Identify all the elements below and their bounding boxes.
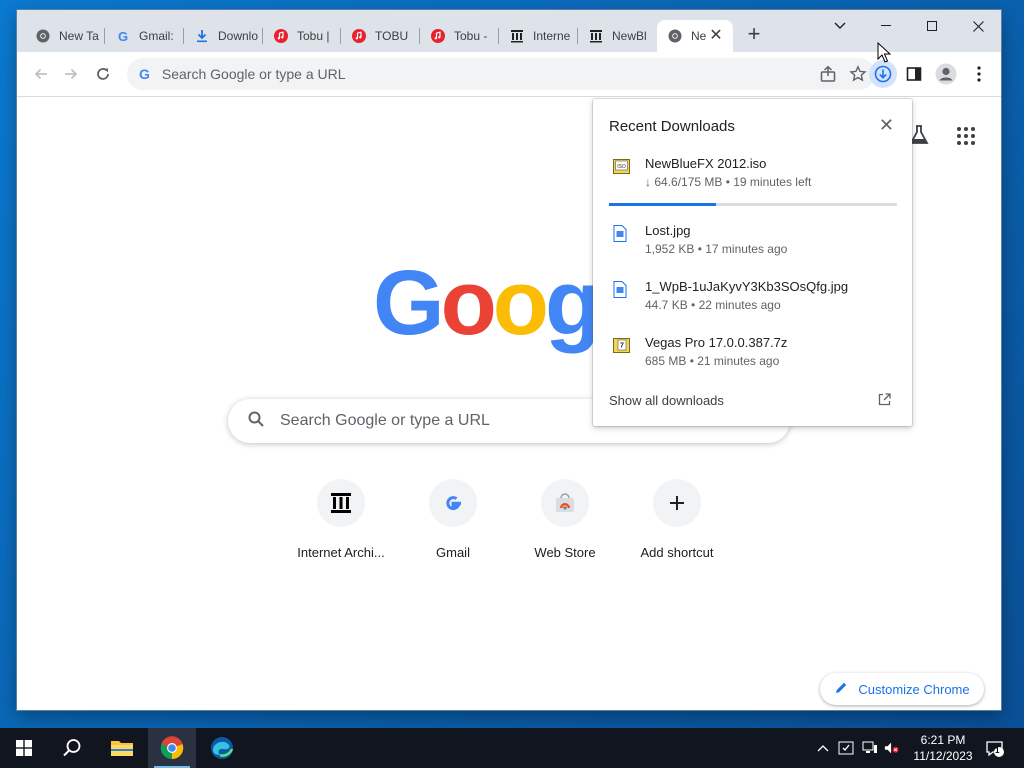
download-item[interactable]: ISO NewBlueFX 2012.iso ↓ 64.6/175 MB • 1…: [609, 156, 899, 189]
archive-icon: [317, 479, 365, 527]
notification-count: 1: [995, 746, 1000, 755]
shortcut-web-store[interactable]: Web Store: [509, 479, 621, 579]
security-icon[interactable]: [838, 740, 854, 756]
windows-taskbar: 6:21 PM 11/12/2023 1: [0, 728, 1024, 768]
taskbar-search-icon[interactable]: [48, 728, 96, 768]
tab-new-tab[interactable]: New Ta: [25, 20, 105, 52]
tab-strip: New Ta G Gmail: Downlo Tobu | TOBU Tobu …: [17, 10, 1001, 52]
music-icon: [273, 28, 289, 44]
download-item[interactable]: Lost.jpg 1,952 KB • 17 minutes ago: [609, 223, 899, 256]
close-icon[interactable]: ✕: [879, 116, 894, 134]
download-status: 685 MB • 21 minutes ago: [645, 354, 780, 368]
music-icon: [351, 28, 367, 44]
archive-icon: [509, 28, 525, 44]
image-file-icon: [613, 281, 629, 299]
share-icon[interactable]: [819, 65, 837, 88]
tab-search-icon[interactable]: [817, 12, 863, 40]
pencil-icon: [834, 681, 848, 698]
clock-date: 11/12/2023: [913, 749, 973, 763]
tab-tobu-3[interactable]: Tobu -: [420, 20, 499, 52]
download-progress-bar: [609, 203, 897, 206]
close-window-button[interactable]: [955, 12, 1001, 40]
chrome-window: New Ta G Gmail: Downlo Tobu | TOBU Tobu …: [17, 10, 1001, 710]
menu-kebab-icon[interactable]: [965, 60, 993, 88]
svg-text:7: 7: [620, 343, 624, 350]
tab-newblue[interactable]: NewBl: [578, 20, 657, 52]
plus-icon: [653, 479, 701, 527]
mouse-cursor: [877, 41, 892, 69]
google-icon: [429, 479, 477, 527]
download-icon: [194, 28, 210, 44]
taskbar-clock[interactable]: 6:21 PM 11/12/2023: [903, 732, 983, 764]
download-filename: NewBlueFX 2012.iso: [645, 156, 767, 171]
chrome-icon: [667, 28, 683, 44]
reload-button[interactable]: [89, 60, 117, 88]
omnibox[interactable]: G: [127, 58, 875, 90]
tab-downloads[interactable]: Downlo: [184, 20, 263, 52]
tab-gmail[interactable]: G Gmail:: [105, 20, 184, 52]
omnibox-input[interactable]: [159, 65, 764, 83]
downloads-panel-title: Recent Downloads: [609, 118, 735, 135]
shortcut-gmail[interactable]: Gmail: [397, 479, 509, 579]
tab-active-new-tab[interactable]: Ne ✕: [657, 20, 733, 52]
forward-button[interactable]: [57, 60, 85, 88]
side-panel-icon[interactable]: [900, 60, 928, 88]
edge-taskbar-icon[interactable]: [198, 728, 246, 768]
volume-muted-icon[interactable]: [884, 740, 900, 756]
logo-letter: o: [492, 252, 549, 354]
google-apps-icon[interactable]: [956, 126, 976, 146]
image-file-icon: [613, 225, 629, 243]
recent-downloads-panel: Recent Downloads ✕ ISO NewBlueFX 2012.is…: [593, 99, 912, 426]
download-progress-fill: [609, 203, 716, 206]
logo-letter: o: [440, 252, 497, 354]
download-filename: Vegas Pro 17.0.0.387.7z: [645, 335, 788, 350]
download-status: 1,952 KB • 17 minutes ago: [645, 242, 788, 256]
back-button[interactable]: [27, 60, 55, 88]
close-tab-icon[interactable]: ✕: [707, 27, 725, 45]
archive-file-icon: 7: [613, 337, 630, 355]
customize-chrome-button[interactable]: Customize Chrome: [820, 673, 984, 705]
tab-internet-archive[interactable]: Interne: [499, 20, 578, 52]
tab-tobu-2[interactable]: TOBU: [341, 20, 420, 52]
chrome-taskbar-icon[interactable]: [148, 728, 196, 768]
google-icon: G: [139, 66, 150, 82]
notification-center-icon[interactable]: 1: [985, 740, 1005, 758]
download-status: 44.7 KB • 22 minutes ago: [645, 298, 781, 312]
windows-start-icon[interactable]: [0, 728, 48, 768]
download-item[interactable]: 1_WpB-1uJaKyvY3Kb3SOsQfg.jpg 44.7 KB • 2…: [609, 279, 899, 312]
browser-toolbar: G: [17, 52, 1001, 97]
profile-avatar[interactable]: [932, 60, 960, 88]
iso-file-icon: ISO: [613, 158, 630, 176]
shortcut-add[interactable]: Add shortcut: [621, 479, 733, 579]
download-filename: 1_WpB-1uJaKyvY3Kb3SOsQfg.jpg: [645, 279, 849, 294]
webstore-icon: [541, 479, 589, 527]
shortcut-internet-archive[interactable]: Internet Archi...: [285, 479, 397, 579]
maximize-button[interactable]: [909, 12, 955, 40]
download-status: ↓ 64.6/175 MB • 19 minutes left: [645, 175, 812, 189]
download-item[interactable]: 7 Vegas Pro 17.0.0.387.7z 685 MB • 21 mi…: [609, 335, 899, 368]
tab-tobu-1[interactable]: Tobu |: [263, 20, 341, 52]
google-icon: G: [117, 28, 129, 44]
new-tab-button[interactable]: +: [743, 23, 765, 46]
svg-text:ISO: ISO: [617, 164, 626, 170]
search-icon: [248, 411, 264, 432]
minimize-button[interactable]: [863, 12, 909, 40]
bookmark-star-icon[interactable]: [849, 65, 867, 88]
logo-letter: G: [373, 252, 445, 354]
archive-icon: [588, 28, 604, 44]
file-explorer-icon[interactable]: [98, 728, 146, 768]
logo-letter: g: [544, 252, 601, 354]
music-icon: [430, 28, 446, 44]
external-link-icon[interactable]: [878, 393, 892, 407]
chevron-up-icon[interactable]: [815, 740, 831, 756]
chrome-icon: [35, 28, 51, 44]
network-icon[interactable]: [862, 740, 878, 756]
clock-time: 6:21 PM: [920, 733, 966, 747]
download-filename: Lost.jpg: [645, 223, 691, 238]
show-all-downloads-link[interactable]: Show all downloads: [609, 393, 724, 408]
